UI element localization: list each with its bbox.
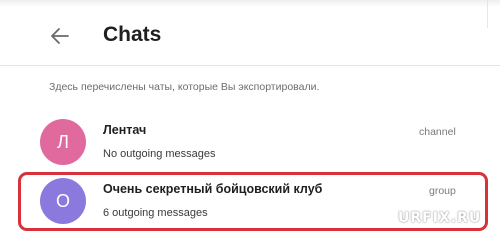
watermark: URFIX.RU: [398, 210, 482, 226]
avatar: Л: [40, 119, 86, 165]
chat-name: Лентач: [103, 123, 147, 137]
chat-row-lentach[interactable]: Л Лентач No outgoing messages channel: [0, 114, 500, 170]
description-text: Здесь перечислены чаты, которые Вы экспо…: [49, 81, 320, 93]
header-divider: [0, 65, 500, 66]
header: Chats: [0, 7, 500, 65]
chat-type: channel: [419, 126, 456, 138]
arrow-left-icon: [51, 28, 69, 44]
chats-page: Chats Здесь перечислены чаты, которые Вы…: [0, 0, 500, 238]
page-title: Chats: [103, 23, 162, 46]
top-edge-shadow: [0, 0, 500, 7]
chat-subtitle: No outgoing messages: [103, 148, 216, 160]
back-button[interactable]: [48, 25, 72, 47]
